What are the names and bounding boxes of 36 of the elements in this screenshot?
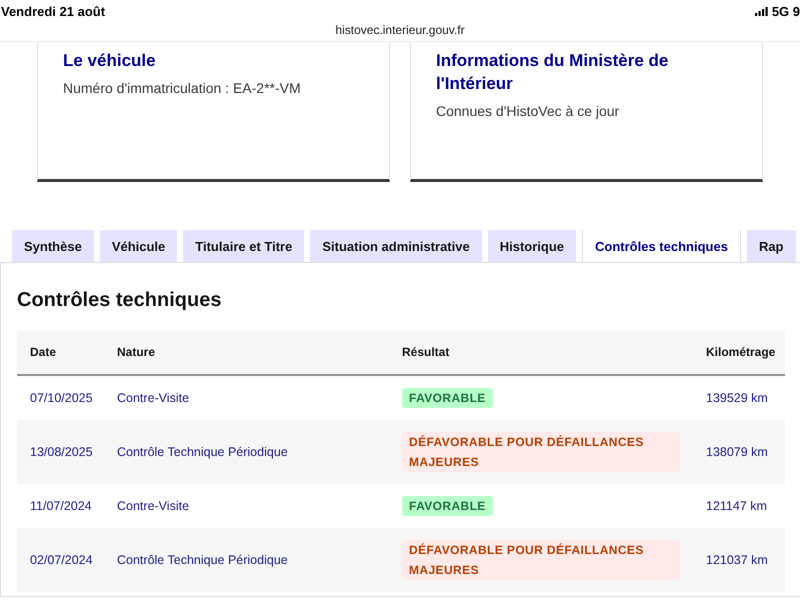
column-header: Kilométrage <box>706 345 776 359</box>
column-header: Résultat <box>402 345 450 359</box>
nature-cell: Contrôle Technique Périodique <box>117 445 288 459</box>
tab[interactable]: Titulaire et Titre <box>183 230 304 262</box>
nature-cell: Contrôle Technique Périodique <box>117 553 288 567</box>
result-badge: FAVORABLE <box>402 496 493 516</box>
tab[interactable]: Synthèse <box>12 230 94 262</box>
address-url[interactable]: histovec.interieur.gouv.fr <box>335 22 465 38</box>
card-title: Le véhicule <box>63 50 156 72</box>
nature-cell: Contre-Visite <box>117 391 190 405</box>
tab[interactable]: Contrôles techniques <box>582 230 741 262</box>
date-cell: 11/07/2024 <box>30 499 92 513</box>
card-text: Connues d'HistoVec à ce jour <box>436 102 620 121</box>
result-badge: DÉFAVORABLE POUR DÉFAILLANCES MAJEURES <box>402 432 680 472</box>
card-text: Numéro d'immatriculation : EA-2**-VM <box>63 79 301 98</box>
tab[interactable]: Véhicule <box>100 230 178 262</box>
signal-icon <box>754 6 768 16</box>
section-title: Contrôles techniques <box>17 288 222 313</box>
nature-cell: Contre-Visite <box>117 499 190 513</box>
network-status: 5G 9 <box>772 4 800 18</box>
card-title: Informations du Ministère de l'Intérieur <box>436 50 670 95</box>
mileage-cell: 138079 km <box>706 445 768 459</box>
result-badge: DÉFAVORABLE POUR DÉFAILLANCES MAJEURES <box>402 540 680 580</box>
column-header: Date <box>30 345 56 359</box>
tab[interactable]: Situation administrative <box>310 230 482 262</box>
result-badge: FAVORABLE <box>402 388 493 408</box>
tab[interactable]: Historique <box>488 230 576 262</box>
date-cell: 07/10/2025 <box>30 391 93 405</box>
tab[interactable]: Rap <box>746 230 796 262</box>
mileage-cell: 121037 km <box>706 553 768 567</box>
mileage-cell: 121147 km <box>706 499 767 513</box>
status-date: Vendredi 21 août <box>1 4 106 18</box>
column-header: Nature <box>117 345 156 359</box>
date-cell: 02/07/2024 <box>30 553 93 567</box>
date-cell: 13/08/2025 <box>30 445 93 459</box>
mileage-cell: 139529 km <box>706 391 768 405</box>
